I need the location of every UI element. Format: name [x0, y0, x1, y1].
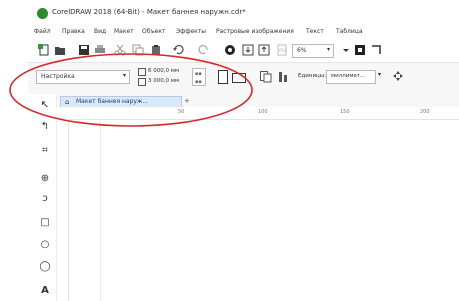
home-icon[interactable]: ⌂ — [65, 98, 69, 106]
menu-layout[interactable]: Макет — [114, 28, 134, 35]
menu-object[interactable]: Объект — [142, 28, 165, 35]
vertical-ruler[interactable] — [58, 119, 69, 301]
units-label: Единицы: — [298, 73, 326, 79]
ruler-tick: 150 — [340, 109, 350, 115]
height-icon — [138, 78, 146, 86]
menu-file[interactable]: Файл — [34, 28, 51, 35]
open-icon[interactable] — [54, 44, 66, 56]
toolbox: ↖ ↰ ⌗ ⊕ ↄ □ ○ ◯ A — [28, 94, 57, 301]
page-edge — [100, 119, 101, 301]
page-preset-dropdown[interactable]: Настройка ▾ — [36, 70, 130, 84]
width-icon — [138, 68, 146, 76]
ellipse-tool-icon[interactable]: ○ — [38, 238, 52, 252]
publish-pdf-icon[interactable]: PDF — [276, 44, 288, 56]
cut-icon[interactable] — [114, 44, 126, 56]
export-icon[interactable] — [258, 44, 270, 56]
add-tab-icon[interactable]: + — [184, 97, 190, 105]
polygon-tool-icon[interactable]: ◯ — [38, 260, 52, 274]
units-dropdown[interactable]: миллимет... — [326, 70, 376, 84]
menu-bitmaps[interactable]: Растровые изображения — [216, 28, 294, 35]
page-width-value[interactable]: 6 000,0 мм — [148, 68, 179, 74]
horizontal-ruler[interactable]: 50 100 150 200 — [58, 107, 459, 120]
document-tab-label: Макет баннея наруж... — [76, 98, 149, 105]
ruler-tick: 50 — [178, 109, 185, 115]
chevron-down-icon: ▾ — [326, 46, 330, 53]
redo-icon[interactable] — [198, 44, 210, 56]
units-value: миллимет... — [331, 73, 366, 79]
zoom-value: 6% — [297, 47, 307, 54]
svg-text:▪▪: ▪▪ — [195, 79, 202, 85]
menu-text[interactable]: Текст — [306, 28, 324, 35]
page-height-value[interactable]: 3 000,0 мм — [148, 78, 179, 84]
lock-ratio-icon[interactable]: ▪▪ ▪▪ — [192, 68, 206, 86]
portrait-icon[interactable] — [218, 70, 228, 84]
chevron-down-icon[interactable]: ▾ — [378, 71, 381, 78]
corel-connect-icon[interactable] — [224, 44, 236, 56]
save-icon[interactable] — [78, 44, 90, 56]
copy-icon[interactable] — [132, 44, 144, 56]
menu-bar: Файл Правка Вид Макет Объект Эффекты Рас… — [0, 28, 459, 40]
all-pages-icon[interactable] — [260, 71, 272, 83]
zoom-tool-icon[interactable]: ⊕ — [38, 172, 52, 186]
landscape-icon[interactable] — [232, 73, 246, 83]
undo-icon[interactable] — [172, 44, 184, 56]
ruler-tick: 100 — [258, 109, 268, 115]
import-icon[interactable] — [242, 44, 254, 56]
ruler-tick: 200 — [420, 109, 430, 115]
menu-table[interactable]: Таблица — [336, 28, 363, 35]
full-screen-icon[interactable] — [354, 44, 366, 56]
menu-effects[interactable]: Эффекты — [176, 28, 206, 35]
crop-tool-icon[interactable]: ⌗ — [38, 144, 52, 158]
snap-icon[interactable] — [370, 44, 382, 56]
text-tool-icon[interactable]: A — [38, 284, 52, 298]
freehand-tool-icon[interactable]: ↄ — [38, 192, 52, 206]
chevron-down-icon: ▾ — [122, 72, 126, 79]
rectangle-tool-icon[interactable]: □ — [38, 216, 52, 230]
title-bar: CorelDRAW 2018 (64-Bit) - Макет баннея н… — [0, 0, 459, 28]
menu-view[interactable]: Вид — [94, 28, 106, 35]
page-preset-value: Настройка — [41, 73, 75, 80]
shape-tool-icon[interactable]: ↰ — [38, 120, 52, 134]
new-icon[interactable] — [38, 44, 50, 56]
paste-icon[interactable] — [150, 44, 162, 56]
window-title: CorelDRAW 2018 (64-Bit) - Макет баннея н… — [52, 8, 246, 16]
property-bar: Настройка ▾ 6 000,0 мм 3 000,0 мм ▪▪ ▪▪ Е… — [28, 63, 459, 94]
standard-toolbar: PDF 6% ▾ — [28, 40, 459, 62]
nudge-icon[interactable] — [392, 70, 404, 82]
coreldraw-app-icon — [37, 8, 48, 19]
svg-text:PDF: PDF — [279, 48, 287, 53]
print-icon[interactable] — [94, 44, 106, 56]
chevron-down-icon[interactable] — [340, 44, 352, 56]
svg-text:▪▪: ▪▪ — [195, 71, 202, 77]
ruler-corner[interactable] — [44, 107, 58, 119]
current-page-icon[interactable] — [278, 71, 290, 83]
drawing-canvas[interactable] — [69, 120, 459, 301]
menu-edit[interactable]: Правка — [62, 28, 85, 35]
zoom-dropdown[interactable]: 6% ▾ — [292, 44, 334, 58]
